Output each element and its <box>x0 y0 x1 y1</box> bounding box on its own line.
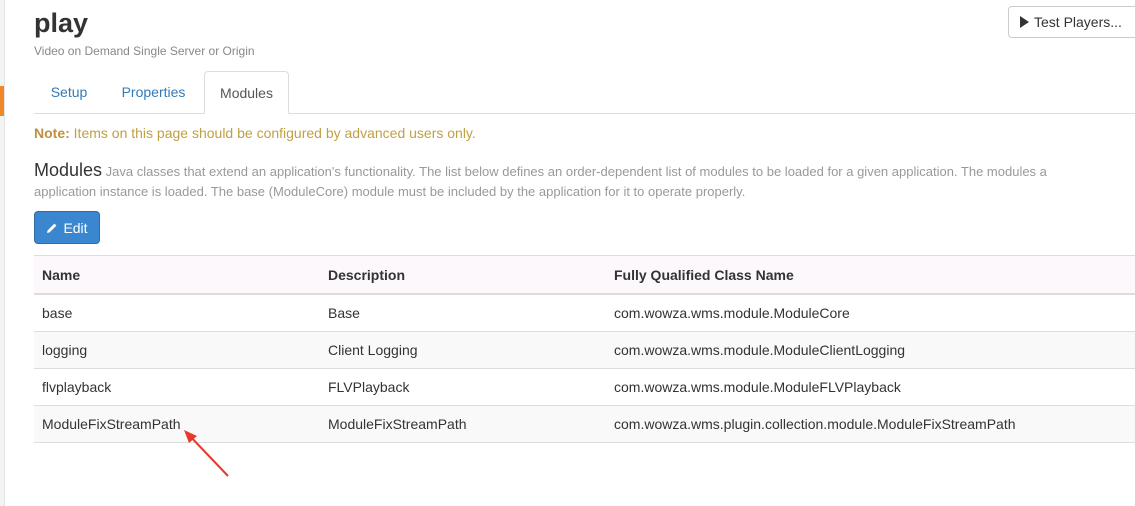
modules-description-line2: application instance is loaded. The base… <box>34 184 746 199</box>
tab-modules-label: Modules <box>220 85 273 101</box>
annotation-arrow-icon <box>184 430 229 477</box>
tab-properties-label: Properties <box>121 84 186 100</box>
module-description: Base <box>320 294 606 332</box>
test-players-button[interactable]: Test Players... <box>1008 6 1135 38</box>
tab-modules[interactable]: Modules <box>204 71 289 114</box>
edit-label: Edit <box>63 219 88 236</box>
module-name: ModuleFixStreamPath <box>34 405 320 443</box>
module-description: ModuleFixStreamPath <box>320 405 606 443</box>
play-icon <box>1020 16 1029 28</box>
table-row: logging Client Logging com.wowza.wms.mod… <box>34 331 1135 369</box>
table-row: base Base com.wowza.wms.module.ModuleCor… <box>34 294 1135 332</box>
module-name: logging <box>34 331 320 369</box>
module-class: com.wowza.wms.plugin.collection.module.M… <box>606 405 1135 443</box>
tab-bar: Setup Properties Modules <box>34 71 1135 114</box>
tab-properties[interactable]: Properties <box>106 71 201 113</box>
edit-button[interactable]: Edit <box>34 211 100 244</box>
column-header-class-name: Fully Qualified Class Name <box>606 255 1135 295</box>
module-name: base <box>34 294 320 332</box>
column-header-name: Name <box>34 255 320 295</box>
advanced-note: Note: Items on this page should be confi… <box>34 125 476 141</box>
module-name: flvplayback <box>34 368 320 406</box>
table-header-row: Name Description Fully Qualified Class N… <box>34 255 1135 295</box>
module-class: com.wowza.wms.module.ModuleClientLogging <box>606 331 1135 369</box>
left-nav-active-marker <box>0 86 4 116</box>
test-players-label: Test Players... <box>1034 14 1122 30</box>
page-title: play <box>34 8 89 38</box>
modules-description: Modules Java classes that extend an appl… <box>34 160 1135 202</box>
column-header-description: Description <box>320 255 606 295</box>
tab-setup-label: Setup <box>50 84 88 100</box>
note-text: Items on this page should be configured … <box>69 125 476 141</box>
table-row: flvplayback FLVPlayback com.wowza.wms.mo… <box>34 368 1135 406</box>
tab-setup[interactable]: Setup <box>34 71 104 113</box>
module-class: com.wowza.wms.module.ModuleFLVPlayback <box>606 368 1135 406</box>
left-rail <box>0 0 5 506</box>
modules-heading: Modules <box>34 160 103 180</box>
modules-table: Name Description Fully Qualified Class N… <box>34 255 1135 443</box>
pencil-icon <box>46 222 58 234</box>
module-class: com.wowza.wms.module.ModuleCore <box>606 294 1135 332</box>
page-subtitle: Video on Demand Single Server or Origin <box>34 44 255 58</box>
modules-description-line1: Java classes that extend an application'… <box>105 164 1047 179</box>
module-description: FLVPlayback <box>320 368 606 406</box>
module-description: Client Logging <box>320 331 606 369</box>
note-prefix: Note: <box>34 125 70 141</box>
